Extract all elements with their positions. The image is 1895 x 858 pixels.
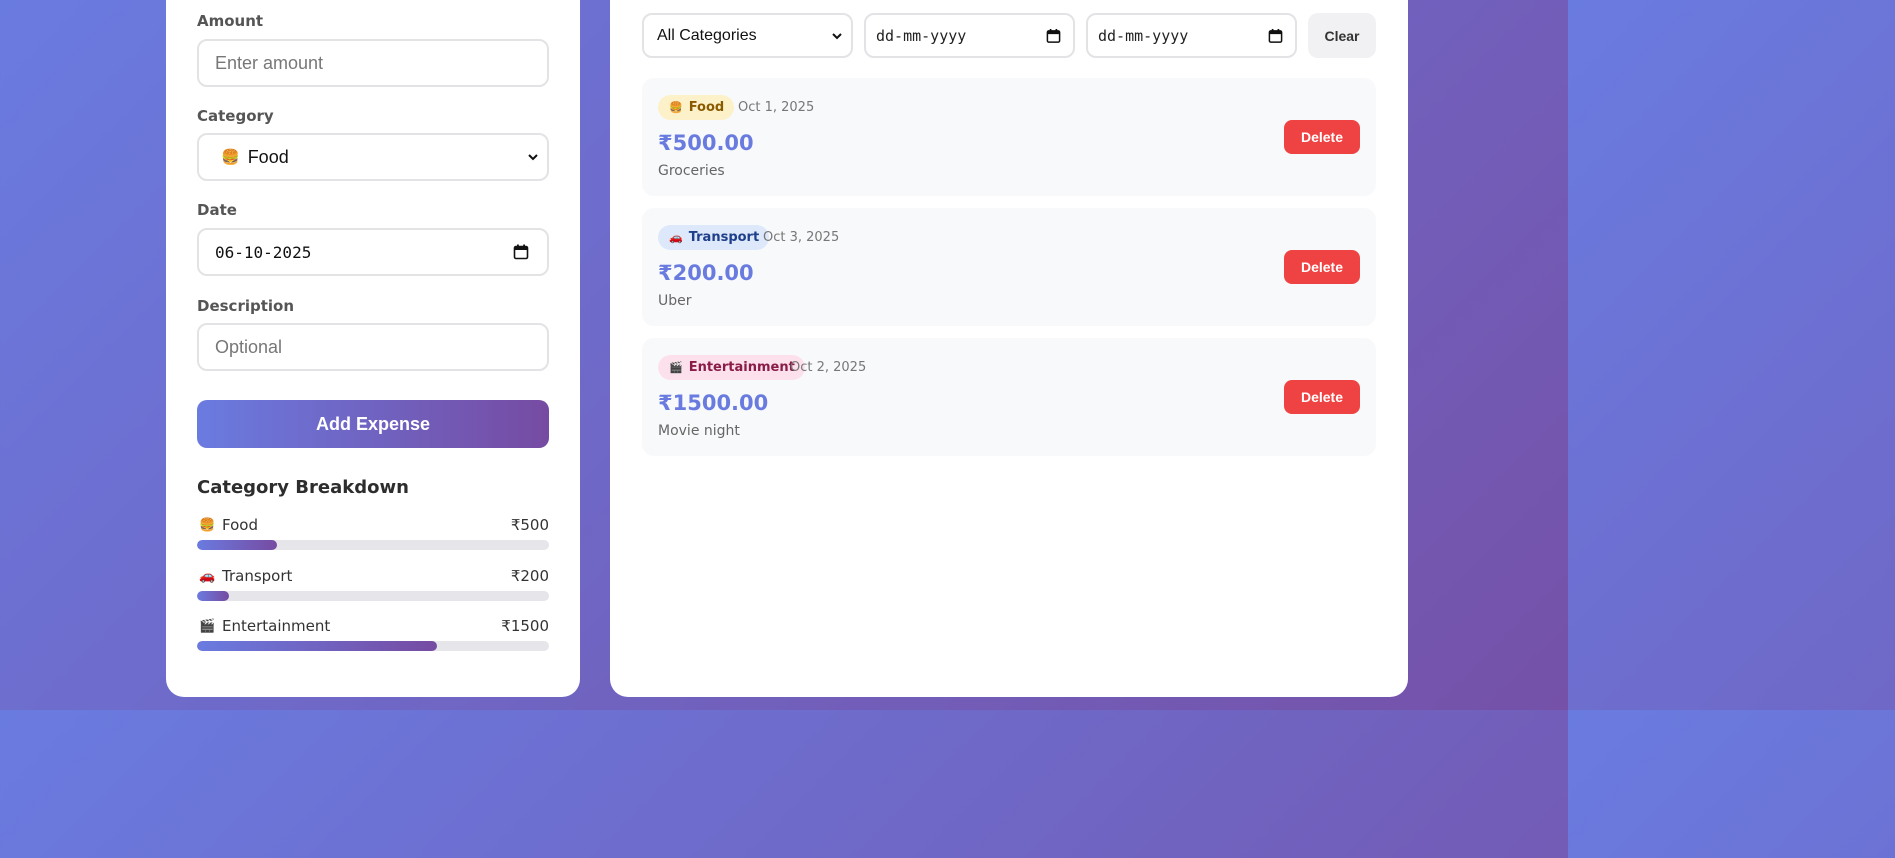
breakdown-row-food: 🍔 Food ₹500	[197, 516, 549, 550]
breakdown-row-entertainment: 🎬 Entertainment ₹1500	[197, 617, 549, 651]
badge-label: Entertainment	[688, 360, 795, 375]
chevron-down-icon	[831, 30, 843, 42]
amount-placeholder: Enter amount	[215, 52, 324, 73]
delete-button[interactable]: Delete	[1284, 250, 1360, 284]
breakdown-label: Food	[222, 516, 258, 534]
category-badge: 🍔 Food	[658, 95, 735, 120]
breakdown-track	[197, 591, 549, 601]
expense-description: Uber	[658, 293, 692, 309]
breakdown-amount: ₹1500	[501, 617, 549, 635]
car-emoji-icon: 🚗	[669, 231, 683, 244]
breakdown-amount: ₹500	[510, 516, 549, 534]
date-label: Date	[197, 201, 237, 219]
expense-item: 🎬 Entertainment Oct 2, 2025 ₹1500.00 Mov…	[642, 338, 1376, 456]
date-input[interactable]: 06-10-2025	[197, 228, 549, 276]
expense-item: 🍔 Food Oct 1, 2025 ₹500.00 Groceries Del…	[642, 78, 1376, 196]
date-from-filter[interactable]: dd-mm-yyyy	[864, 13, 1075, 58]
category-badge: 🎬 Entertainment	[658, 355, 805, 380]
delete-button[interactable]: Delete	[1284, 380, 1360, 414]
food-emoji-icon: 🍔	[221, 149, 240, 166]
category-select[interactable]: 🍔 Food	[197, 133, 549, 181]
breakdown-fill	[197, 641, 437, 651]
chevron-down-icon	[527, 151, 539, 163]
category-selected-value: Food	[247, 146, 289, 167]
expense-amount: ₹500.00	[658, 131, 754, 155]
description-input[interactable]: Optional	[197, 323, 549, 371]
expense-date: Oct 3, 2025	[763, 230, 840, 245]
expense-date: Oct 2, 2025	[790, 360, 867, 375]
clear-filters-button[interactable]: Clear	[1308, 13, 1376, 58]
amount-label: Amount	[197, 12, 264, 30]
date-to-placeholder: dd-mm-yyyy	[1098, 26, 1189, 45]
description-label: Description	[197, 297, 295, 315]
expense-amount: ₹200.00	[658, 261, 754, 285]
category-filter-value: All Categories	[657, 26, 757, 44]
car-emoji-icon: 🚗	[199, 569, 216, 584]
breakdown-title: Category Breakdown	[197, 477, 409, 498]
clapper-emoji-icon: 🎬	[199, 619, 216, 634]
calendar-icon[interactable]	[513, 244, 529, 260]
category-filter-select[interactable]: All Categories	[642, 13, 853, 58]
breakdown-track	[197, 641, 549, 651]
breakdown-track	[197, 540, 549, 550]
breakdown-fill	[197, 540, 277, 550]
breakdown-label: Transport	[222, 567, 293, 585]
calendar-icon[interactable]	[1046, 28, 1061, 43]
food-emoji-icon: 🍔	[199, 518, 216, 533]
expense-amount: ₹1500.00	[658, 391, 769, 415]
category-label: Category	[197, 107, 274, 125]
breakdown-row-transport: 🚗 Transport ₹200	[197, 567, 549, 601]
amount-input[interactable]: Enter amount	[197, 39, 549, 87]
calendar-icon[interactable]	[1268, 28, 1283, 43]
date-from-placeholder: dd-mm-yyyy	[876, 26, 967, 45]
expense-description: Movie night	[658, 423, 740, 439]
breakdown-amount: ₹200	[510, 567, 549, 585]
category-badge: 🚗 Transport	[658, 225, 770, 250]
add-expense-button[interactable]: Add Expense	[197, 400, 549, 448]
breakdown-fill	[197, 591, 229, 601]
expense-date: Oct 1, 2025	[738, 100, 815, 115]
badge-label: Transport	[688, 230, 760, 245]
expenses-card: All Categories dd-mm-yyyy dd-mm-yyyy Cle…	[610, 0, 1408, 697]
date-to-filter[interactable]: dd-mm-yyyy	[1086, 13, 1297, 58]
clapper-emoji-icon: 🎬	[669, 361, 683, 374]
delete-button[interactable]: Delete	[1284, 120, 1360, 154]
badge-label: Food	[688, 100, 725, 115]
food-emoji-icon: 🍔	[669, 101, 683, 114]
description-placeholder: Optional	[215, 336, 283, 357]
expense-item: 🚗 Transport Oct 3, 2025 ₹200.00 Uber Del…	[642, 208, 1376, 326]
date-value: 06-10-2025	[215, 242, 312, 262]
add-expense-card: Amount Enter amount Category 🍔 Food Date…	[166, 0, 580, 697]
breakdown-label: Entertainment	[222, 617, 331, 635]
expense-description: Groceries	[658, 163, 725, 179]
